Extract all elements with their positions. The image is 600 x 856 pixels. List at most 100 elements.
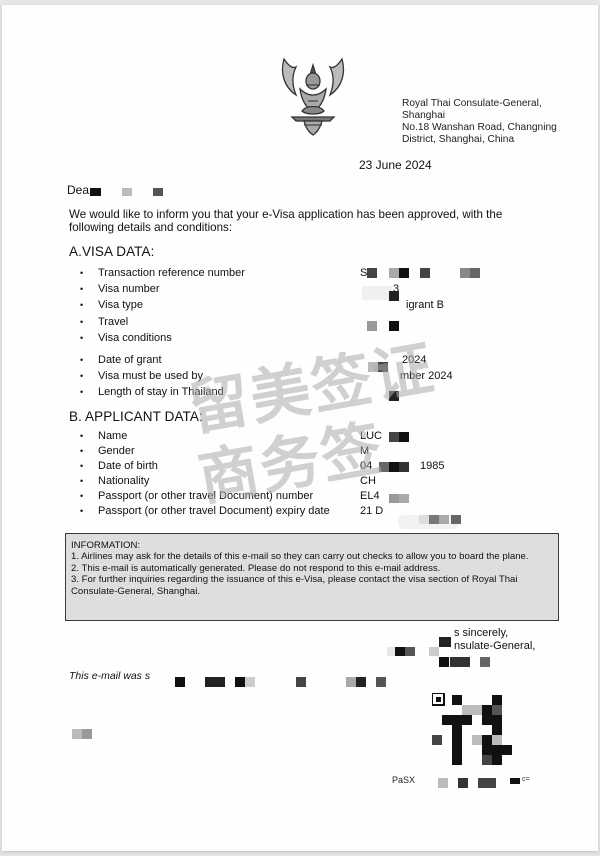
row-label: Date of birth: [98, 460, 158, 472]
row-value: 21 D: [360, 505, 384, 517]
bullet: •: [80, 476, 84, 486]
information-box: INFORMATION: 1. Airlines may ask for the…: [65, 533, 559, 621]
salutation: Dea: [67, 183, 90, 197]
row-label: Visa number: [98, 283, 160, 295]
address-line: Royal Thai Consulate-General,: [402, 98, 542, 109]
qr-caption-right: c=: [522, 776, 530, 783]
row-value: mber 2024: [400, 370, 453, 382]
row-label: Gender: [98, 445, 135, 457]
redaction-block: [399, 432, 409, 442]
closing-block: s sincerely, nsulate-General,: [454, 627, 535, 653]
qr-caption-left: PaSX: [392, 775, 416, 785]
redaction-block: [346, 677, 356, 687]
redaction-block: [450, 657, 470, 667]
redaction-block: [480, 657, 490, 667]
redaction-block: [389, 268, 399, 278]
redaction-block: [205, 677, 225, 687]
redaction-block: [235, 677, 245, 687]
visa-approval-letter: Royal Thai Consulate-General, Shanghai N…: [2, 5, 598, 851]
redaction-block: [378, 362, 388, 372]
redaction-block: [470, 268, 480, 278]
bullet: •: [80, 491, 84, 501]
redaction-block: [389, 321, 399, 331]
bullet: •: [80, 300, 84, 310]
redaction-block: [90, 188, 101, 196]
row-value: LUC: [360, 430, 383, 442]
email-sent-note: This e-mail was s: [69, 670, 151, 682]
row-label: Nationality: [98, 475, 150, 487]
address-line: No.18 Wanshan Road, Changning: [402, 122, 557, 133]
bullet: •: [80, 446, 84, 456]
redaction-block: [356, 677, 366, 687]
intro-paragraph: We would like to inform you that your e-…: [69, 208, 503, 234]
redaction-block: [389, 291, 399, 301]
redaction-block: [368, 362, 378, 372]
watermark-line-1: 留美签证: [183, 332, 441, 445]
redaction-block: [389, 391, 399, 401]
redaction-block: [245, 677, 255, 687]
redaction-block: [296, 677, 306, 687]
row-value: CH: [360, 475, 376, 487]
bullet: •: [80, 355, 84, 365]
redaction-block: [399, 494, 409, 503]
garuda-emblem-icon: [281, 57, 345, 136]
redaction-block: [367, 268, 377, 278]
closing-line: s sincerely,: [454, 627, 509, 639]
redaction-block: [438, 778, 448, 788]
redaction-block: [439, 637, 451, 647]
redaction-block: [429, 647, 439, 656]
redaction-block: [399, 268, 409, 278]
visa-data-heading: A.VISA DATA:: [69, 244, 155, 259]
redaction-block: [451, 515, 461, 524]
information-title: INFORMATION:: [71, 540, 141, 551]
bullet: •: [80, 333, 84, 343]
redaction-block: [429, 515, 439, 524]
row-label: Visa conditions: [98, 332, 172, 344]
redaction-block: [82, 729, 92, 739]
redaction-block: [367, 321, 377, 331]
address-line: Shanghai: [402, 110, 446, 121]
qr-finder-center: [436, 697, 441, 702]
row-label: Passport (or other travel Document) expi…: [98, 505, 330, 517]
redaction-block: [458, 778, 468, 788]
bullet: •: [80, 317, 84, 327]
consulate-address: Royal Thai Consulate-General, Shanghai N…: [402, 98, 557, 146]
row-value: 2024: [402, 354, 427, 366]
redaction-block: [405, 647, 415, 656]
redaction-block: [379, 462, 389, 472]
redaction-block: [153, 188, 163, 196]
address-line: District, Shanghai, China: [402, 134, 515, 145]
bullet: •: [80, 268, 84, 278]
row-value: M: [360, 445, 370, 457]
redaction-block: [389, 432, 399, 442]
redaction-block: [387, 647, 395, 656]
row-value: 04: [360, 460, 373, 472]
redaction-block: [376, 677, 386, 687]
row-label: Transaction reference number: [98, 267, 245, 279]
bullet: •: [80, 431, 84, 441]
row-label: Date of grant: [98, 354, 162, 366]
row-value-year: 1985: [420, 460, 445, 472]
redaction-block: [389, 494, 399, 503]
redaction-block: [478, 778, 496, 788]
row-label: Visa type: [98, 299, 144, 311]
bullet: •: [80, 284, 84, 294]
redaction-block: [419, 515, 429, 524]
information-item: 1. Airlines may ask for the details of t…: [71, 551, 529, 563]
bullet: •: [80, 461, 84, 471]
bullet: •: [80, 371, 84, 381]
redaction-block: [439, 657, 449, 667]
redaction-block: [389, 462, 399, 472]
redaction-block: [510, 778, 520, 784]
qr-code: [432, 693, 512, 765]
row-value: igrant B: [406, 299, 444, 311]
redaction-block: [175, 677, 185, 687]
row-label: Length of stay in Thailand: [98, 386, 224, 398]
redaction-block: [420, 268, 430, 278]
bullet: •: [80, 506, 84, 516]
row-label: Name: [98, 430, 128, 442]
bullet: •: [80, 387, 84, 397]
closing-line: nsulate-General,: [454, 640, 536, 652]
redaction-block: [362, 286, 392, 300]
redaction-block: [72, 729, 82, 739]
